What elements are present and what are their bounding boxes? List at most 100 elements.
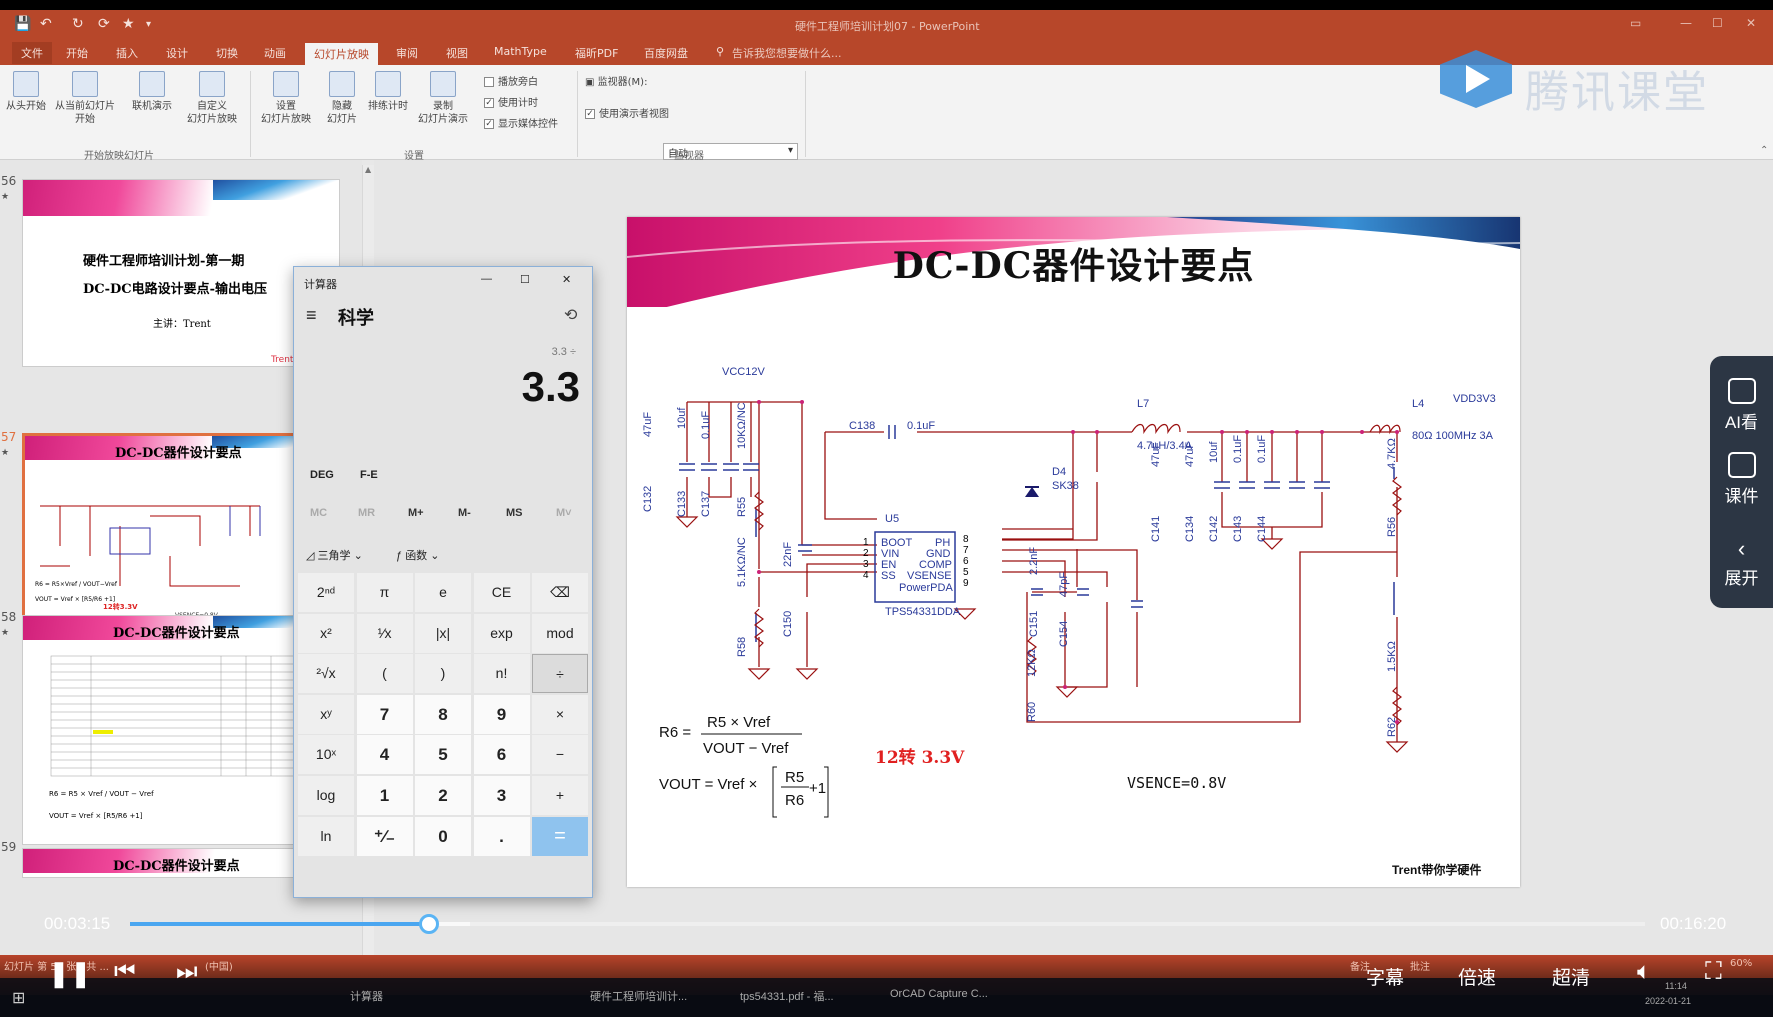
tab-home[interactable]: 开始 — [66, 45, 88, 61]
save-icon[interactable]: 💾 — [14, 16, 31, 32]
tell-me-icon[interactable]: ⚲ — [716, 45, 724, 58]
comments-button[interactable]: 批注 — [1410, 958, 1430, 973]
expand-button[interactable]: ‹ 展开 — [1710, 536, 1773, 589]
fullscreen-icon[interactable]: ⛶ — [1705, 958, 1722, 986]
digit-5-button[interactable]: 5 — [415, 735, 471, 775]
tab-mathtype[interactable]: MathType — [494, 45, 547, 58]
fe-button[interactable]: F-E — [360, 469, 378, 481]
e-button[interactable]: e — [415, 573, 471, 612]
abs-button[interactable]: |x| — [415, 613, 471, 653]
zoom-level[interactable]: 60% — [1730, 958, 1752, 969]
open-paren-button[interactable]: ( — [356, 654, 413, 694]
presenter-view-checkbox[interactable]: ✓ 使用演示者视图 — [585, 105, 669, 120]
from-beginning-button[interactable]: 从头开始 — [0, 69, 52, 113]
taskbar-pdf[interactable]: tps54331.pdf - 福... — [740, 988, 834, 1004]
customize-qa-icon[interactable]: ▾ — [146, 19, 151, 30]
backspace-button[interactable]: ⌫ — [532, 573, 588, 612]
ai-view-button[interactable]: AI看 — [1710, 378, 1773, 433]
plus-button[interactable]: + — [532, 776, 588, 815]
digit-6-button[interactable]: 6 — [473, 735, 530, 775]
pi-button[interactable]: π — [356, 573, 413, 612]
star-icon[interactable]: ★ — [122, 16, 135, 32]
tab-foxit-pdf[interactable]: 福昕PDF — [575, 45, 618, 61]
power-button[interactable]: xʸ — [298, 694, 354, 734]
quality-button[interactable]: 超清 — [1552, 963, 1590, 990]
rehearse-timings-button[interactable]: 排练计时 — [362, 69, 414, 113]
scroll-up-icon[interactable]: ▲ — [365, 165, 371, 174]
maximize-icon[interactable]: ☐ — [1712, 16, 1723, 30]
redo-icon[interactable]: ↻ — [72, 16, 84, 32]
decimal-button[interactable]: . — [473, 816, 530, 856]
ln-button[interactable]: ln — [298, 816, 354, 856]
repeat-icon[interactable]: ⟳ — [98, 16, 110, 32]
tab-slideshow[interactable]: 幻灯片放映 — [305, 43, 378, 65]
minimize-icon[interactable]: — — [481, 273, 492, 285]
from-current-slide-button[interactable]: 从当前幻灯片 开始 — [52, 69, 118, 126]
close-icon[interactable]: ✕ — [1746, 16, 1756, 30]
digit-1-button[interactable]: 1 — [356, 776, 413, 815]
factorial-button[interactable]: n! — [473, 654, 530, 694]
angle-mode-button[interactable]: DEG — [310, 469, 334, 481]
digit-0-button[interactable]: 0 — [415, 816, 471, 856]
tab-design[interactable]: 设计 — [166, 45, 188, 61]
digit-8-button[interactable]: 8 — [415, 694, 471, 734]
second-button[interactable]: 2ⁿᵈ — [298, 573, 354, 612]
close-paren-button[interactable]: ) — [415, 654, 471, 694]
collapse-ribbon-icon[interactable]: ⌃ — [1760, 145, 1768, 156]
exp-button[interactable]: exp — [473, 613, 530, 653]
digit-4-button[interactable]: 4 — [356, 735, 413, 775]
mc-button[interactable]: MC — [310, 507, 327, 519]
equals-button[interactable]: = — [532, 816, 588, 856]
trig-dropdown[interactable]: ◿ 三角学 ⌄ — [306, 547, 363, 563]
memory-list-button[interactable]: M˅ — [556, 507, 572, 519]
volume-icon[interactable]: 🔈︎ — [1637, 958, 1651, 986]
courseware-button[interactable]: 课件 — [1710, 452, 1773, 507]
divide-button[interactable]: ÷ — [532, 654, 588, 694]
ce-button[interactable]: CE — [473, 573, 530, 612]
tab-animations[interactable]: 动画 — [264, 45, 286, 61]
ten-power-button[interactable]: 10ˣ — [298, 735, 354, 775]
online-present-button[interactable]: 联机演示 — [126, 69, 178, 113]
maximize-icon[interactable]: ☐ — [520, 273, 530, 286]
tab-insert[interactable]: 插入 — [116, 45, 138, 61]
mr-button[interactable]: MR — [358, 507, 375, 519]
tab-transitions[interactable]: 切换 — [216, 45, 238, 61]
taskbar-calculator[interactable]: 计算器 — [350, 988, 383, 1004]
setup-slideshow-button[interactable]: 设置 幻灯片放映 — [256, 69, 316, 126]
pause-icon[interactable]: ❚❚ — [48, 958, 92, 989]
m-minus-button[interactable]: M- — [458, 507, 471, 519]
tab-review[interactable]: 审阅 — [396, 45, 418, 61]
undo-icon[interactable]: ↶ — [40, 16, 52, 32]
tab-file[interactable]: 文件 — [12, 42, 52, 64]
ms-button[interactable]: MS — [506, 507, 523, 519]
minus-button[interactable]: − — [532, 735, 588, 775]
tell-me-field[interactable]: 告诉我您想要做什么... — [732, 45, 842, 61]
history-icon[interactable]: ⟲ — [564, 305, 577, 325]
digit-9-button[interactable]: 9 — [473, 694, 530, 734]
digit-3-button[interactable]: 3 — [473, 776, 530, 815]
digit-2-button[interactable]: 2 — [415, 776, 471, 815]
multiply-button[interactable]: × — [532, 694, 588, 734]
progress-knob[interactable] — [418, 914, 439, 934]
reciprocal-button[interactable]: ¹⁄x — [356, 613, 413, 653]
subtitles-button[interactable]: 字幕 — [1366, 963, 1404, 990]
taskbar-orcad[interactable]: OrCAD Capture C... — [890, 988, 988, 1000]
use-timings-checkbox[interactable]: ✓ 使用计时 — [484, 94, 538, 109]
custom-slideshow-button[interactable]: 自定义 幻灯片放映 — [182, 69, 242, 126]
windows-start-icon[interactable]: ⊞ — [12, 988, 25, 1007]
sqrt-button[interactable]: ²√x — [298, 654, 354, 694]
function-dropdown[interactable]: ƒ 函数 ⌄ — [396, 547, 439, 563]
log-button[interactable]: log — [298, 776, 354, 815]
tab-view[interactable]: 视图 — [446, 45, 468, 61]
show-media-controls-checkbox[interactable]: ✓ 显示媒体控件 — [484, 115, 558, 130]
mod-button[interactable]: mod — [532, 613, 588, 653]
next-icon[interactable]: ⏭ — [176, 958, 198, 986]
speed-button[interactable]: 倍速 — [1458, 963, 1496, 990]
record-slideshow-button[interactable]: 录制 幻灯片演示 — [412, 69, 474, 126]
m-plus-button[interactable]: M+ — [408, 507, 424, 519]
digit-7-button[interactable]: 7 — [356, 694, 413, 734]
close-icon[interactable]: ✕ — [562, 273, 571, 286]
play-narrations-checkbox[interactable]: 播放旁白 — [484, 73, 538, 88]
hamburger-menu-icon[interactable]: ≡ — [306, 305, 317, 326]
ribbon-display-icon[interactable]: ▭ — [1630, 16, 1641, 30]
